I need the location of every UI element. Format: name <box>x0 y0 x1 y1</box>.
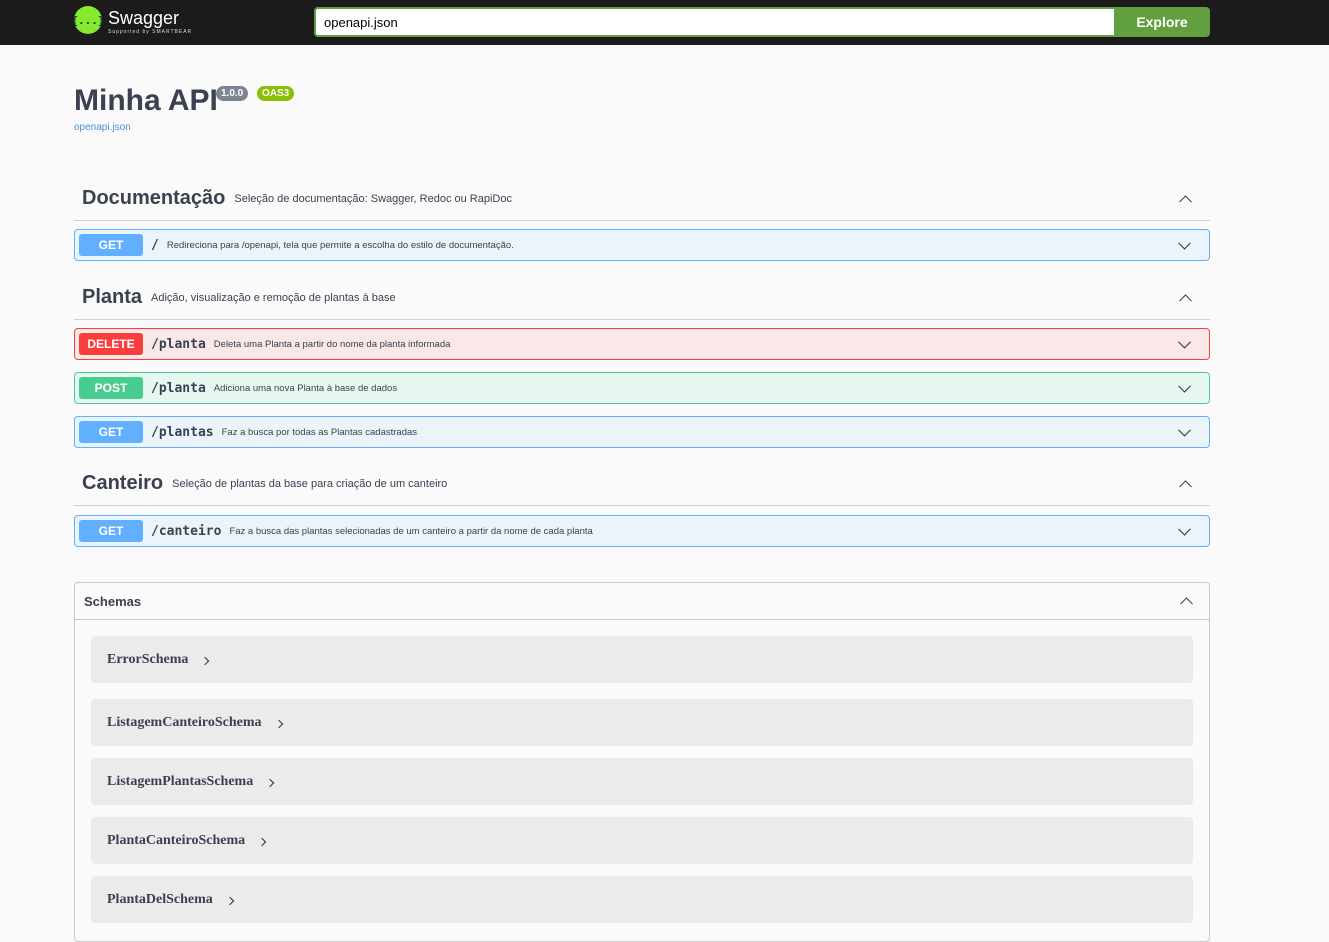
schema-item[interactable]: ListagemPlantasSchema <box>91 758 1193 805</box>
chevron-right-icon <box>265 778 275 787</box>
chevron-down-icon[interactable] <box>1178 335 1191 349</box>
operation-post-planta[interactable]: POST /planta Adiciona uma nova Planta à … <box>74 372 1210 404</box>
schema-item[interactable]: PlantaCanteiroSchema <box>91 817 1193 864</box>
schemas-section: Schemas ErrorSchema ListagemCanteiroSche… <box>74 582 1210 942</box>
tag-description: Seleção de plantas da base para criação … <box>172 477 448 490</box>
schema-name: ListagemCanteiroSchema <box>107 714 262 730</box>
operation-summary: Deleta uma Planta a partir do nome da pl… <box>213 338 451 350</box>
chevron-right-icon <box>225 896 235 905</box>
chevron-down-icon[interactable] <box>1178 522 1191 536</box>
chevron-down-icon[interactable] <box>1178 379 1191 393</box>
tag-description: Seleção de documentação: Swagger, Redoc … <box>234 192 512 205</box>
logo-name: Swagger <box>108 8 180 28</box>
swagger-logo-icon: {...} <box>71 6 105 34</box>
operation-path: / <box>151 237 159 253</box>
schema-item[interactable]: ErrorSchema <box>91 636 1193 683</box>
chevron-down-icon[interactable] <box>1178 236 1191 250</box>
spec-link[interactable]: openapi.json <box>74 122 131 133</box>
version-badge: 1.0.0 <box>216 86 249 101</box>
schema-name: PlantaDelSchema <box>107 891 213 907</box>
chevron-up-icon[interactable] <box>1179 479 1192 493</box>
operation-path: /planta <box>151 380 206 396</box>
chevron-up-icon[interactable] <box>1179 194 1192 208</box>
page-title: Minha API <box>74 84 218 117</box>
schema-name: ListagemPlantasSchema <box>107 773 254 789</box>
chevron-down-icon[interactable] <box>1178 423 1191 437</box>
chevron-right-icon <box>257 837 267 846</box>
operation-summary: Faz a busca por todas as Plantas cadastr… <box>221 426 418 438</box>
tag-planta[interactable]: Planta Adição, visualização e remoção de… <box>74 276 1210 320</box>
operation-path: /canteiro <box>151 523 222 539</box>
chevron-right-icon <box>201 656 210 665</box>
method-badge: DELETE <box>79 333 143 355</box>
method-badge: POST <box>79 377 143 399</box>
schema-name: ErrorSchema <box>107 651 189 667</box>
schema-name: PlantaCanteiroSchema <box>107 832 246 848</box>
tag-documentacao[interactable]: Documentação Seleção de documentação: Sw… <box>74 177 1210 221</box>
oas-badge: OAS3 <box>257 86 295 101</box>
operation-get-root[interactable]: GET / Redireciona para /openapi, tela qu… <box>74 229 1210 261</box>
logo-sub: Supported by SMARTBEAR <box>108 29 193 35</box>
schemas-title: Schemas <box>84 593 142 609</box>
operation-get-canteiro[interactable]: GET /canteiro Faz a busca das plantas se… <box>74 515 1210 547</box>
operation-get-plantas[interactable]: GET /plantas Faz a busca por todas as Pl… <box>74 416 1210 448</box>
topbar: {...} Swagger Supported by SMARTBEAR Exp… <box>0 0 1329 45</box>
swagger-logo[interactable]: {...} Swagger Supported by SMARTBEAR <box>71 6 193 35</box>
operation-summary: Redireciona para /openapi, tela que perm… <box>166 239 514 251</box>
tag-description: Adição, visualização e remoção de planta… <box>151 291 396 304</box>
operation-summary: Faz a busca das plantas selecionadas de … <box>229 525 593 537</box>
tag-canteiro[interactable]: Canteiro Seleção de plantas da base para… <box>74 462 1210 506</box>
schema-item[interactable]: PlantaDelSchema <box>91 876 1193 923</box>
chevron-up-icon[interactable] <box>1179 293 1192 307</box>
schemas-header[interactable]: Schemas <box>75 583 1209 620</box>
tag-name: Planta <box>82 286 143 308</box>
method-badge: GET <box>79 421 143 443</box>
method-badge: GET <box>79 520 143 542</box>
chevron-right-icon <box>274 719 283 728</box>
spec-url-input[interactable] <box>314 7 1115 37</box>
schema-item[interactable]: ListagemCanteiroSchema <box>91 699 1193 746</box>
chevron-up-icon[interactable] <box>1180 597 1193 611</box>
operation-path: /planta <box>151 336 206 352</box>
method-badge: GET <box>79 234 143 256</box>
operation-summary: Adiciona uma nova Planta à base de dados <box>213 382 398 394</box>
operation-path: /plantas <box>151 424 214 440</box>
tag-name: Canteiro <box>82 472 164 494</box>
operation-delete-planta[interactable]: DELETE /planta Deleta uma Planta a parti… <box>74 328 1210 360</box>
explore-button[interactable]: Explore <box>1114 7 1210 37</box>
tag-name: Documentação <box>82 187 226 209</box>
